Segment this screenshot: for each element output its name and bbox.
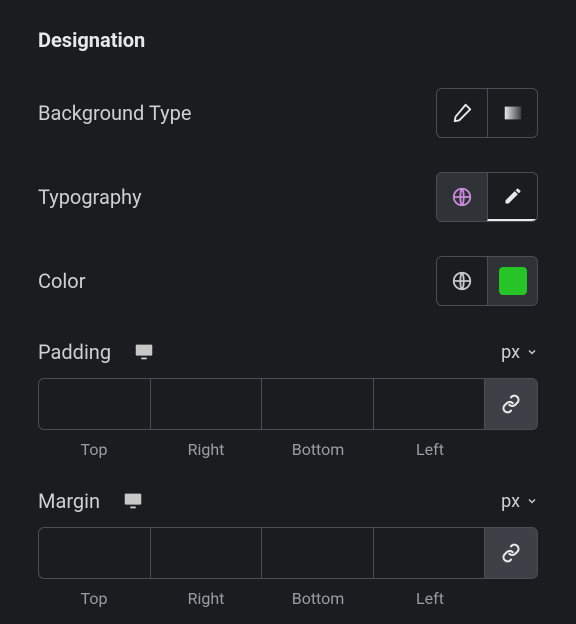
pencil-icon [503, 186, 523, 206]
background-gradient-button[interactable] [487, 89, 537, 137]
background-type-row: Background Type [38, 88, 538, 138]
margin-right-label: Right [150, 589, 262, 608]
padding-unit-select[interactable]: px [501, 342, 538, 363]
link-icon [501, 394, 521, 414]
typography-edit-button[interactable] [487, 173, 537, 221]
padding-right-label: Right [150, 440, 262, 459]
responsive-button[interactable] [133, 341, 155, 363]
padding-left-label: Left [374, 440, 486, 459]
section-heading: Designation [38, 28, 538, 52]
typography-global-button[interactable] [437, 173, 487, 221]
padding-inputs [38, 378, 538, 430]
margin-top-label: Top [38, 589, 150, 608]
color-global-button[interactable] [437, 257, 487, 305]
margin-inputs [38, 527, 538, 579]
globe-icon [451, 186, 473, 208]
margin-bottom-input[interactable] [262, 528, 373, 578]
padding-bottom-label: Bottom [262, 440, 374, 459]
margin-side-labels: Top Right Bottom Left [38, 589, 538, 608]
color-swatch [499, 267, 527, 295]
padding-left-input[interactable] [374, 379, 485, 429]
margin-left-input[interactable] [374, 528, 485, 578]
color-label: Color [38, 269, 85, 293]
margin-section: Margin px [38, 489, 538, 608]
padding-label: Padding [38, 340, 111, 364]
desktop-icon [122, 490, 144, 512]
color-controls [436, 256, 538, 306]
margin-unit-select[interactable]: px [501, 491, 538, 512]
padding-side-labels: Top Right Bottom Left [38, 440, 538, 459]
padding-right-input[interactable] [151, 379, 262, 429]
margin-left-label: Left [374, 589, 486, 608]
typography-controls [436, 172, 538, 222]
background-type-label: Background Type [38, 101, 191, 125]
padding-unit-value: px [501, 342, 520, 363]
padding-link-button[interactable] [485, 379, 537, 429]
margin-link-button[interactable] [485, 528, 537, 578]
color-picker-button[interactable] [487, 257, 537, 305]
background-classic-button[interactable] [437, 89, 487, 137]
margin-right-input[interactable] [151, 528, 262, 578]
padding-top-input[interactable] [39, 379, 150, 429]
color-row: Color [38, 256, 538, 306]
chevron-down-icon [526, 346, 538, 358]
desktop-icon [133, 341, 155, 363]
padding-section: Padding px [38, 340, 538, 459]
responsive-button[interactable] [122, 490, 144, 512]
margin-label: Margin [38, 489, 100, 513]
padding-bottom-input[interactable] [262, 379, 373, 429]
link-icon [501, 543, 521, 563]
margin-header: Margin px [38, 489, 538, 513]
typography-label: Typography [38, 185, 142, 209]
padding-header: Padding px [38, 340, 538, 364]
typography-row: Typography [38, 172, 538, 222]
gradient-icon [502, 102, 524, 124]
padding-top-label: Top [38, 440, 150, 459]
background-type-toggle [436, 88, 538, 138]
margin-unit-value: px [501, 491, 520, 512]
globe-icon [451, 270, 473, 292]
margin-bottom-label: Bottom [262, 589, 374, 608]
brush-icon [451, 102, 473, 124]
margin-top-input[interactable] [39, 528, 150, 578]
chevron-down-icon [526, 495, 538, 507]
